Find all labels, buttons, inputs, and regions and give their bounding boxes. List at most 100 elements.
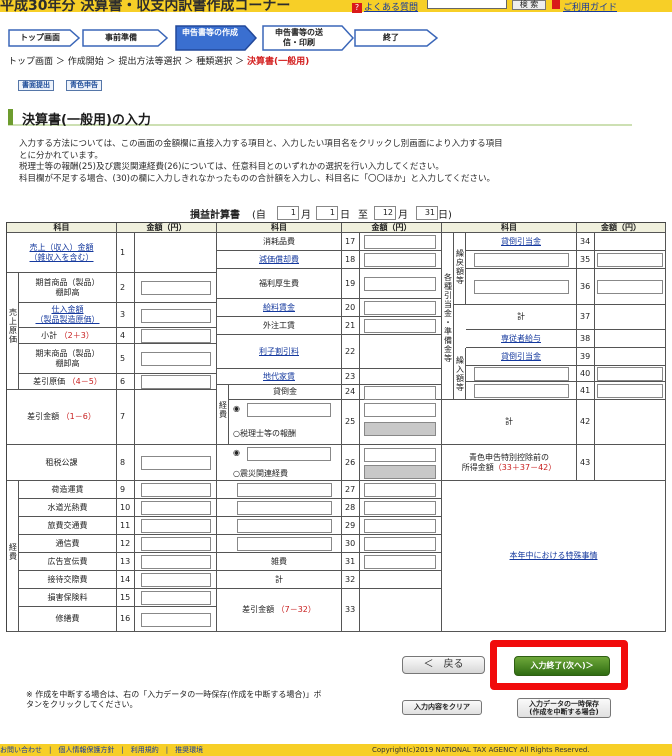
amount-input[interactable] xyxy=(597,280,663,294)
row-number: 22 xyxy=(342,335,360,369)
item-link-cell[interactable]: 専従者給与 xyxy=(466,330,577,348)
item-link-cell[interactable]: 貸倒引当金 xyxy=(466,348,577,366)
guide-link[interactable]: ご利用ガイド xyxy=(552,0,617,13)
amount-input[interactable] xyxy=(141,612,211,627)
row-number: 31 xyxy=(342,553,360,571)
amount-input[interactable] xyxy=(141,537,211,551)
end-day-input[interactable]: 31 xyxy=(416,206,438,220)
amount-input[interactable] xyxy=(141,555,211,569)
item-link-cell[interactable]: 売上（収入）金額 （雑収入を含む） xyxy=(7,233,117,273)
amount-input[interactable] xyxy=(141,501,211,515)
special-circumstances-link[interactable]: 本年中における特殊事情 xyxy=(442,481,666,632)
tax-accountant-radio[interactable]: ○税理士等の報酬 xyxy=(233,429,296,439)
breadcrumb-item[interactable]: 種類選択 xyxy=(196,57,232,67)
amount-input[interactable] xyxy=(141,329,211,343)
amount-input[interactable] xyxy=(141,308,211,323)
amount-cell xyxy=(595,330,666,348)
row-number: 25 xyxy=(342,400,360,445)
transfer-in-label: 繰入額等 xyxy=(455,356,465,392)
amount-cell xyxy=(135,390,217,445)
search-input[interactable] xyxy=(427,0,507,9)
disabled-amount xyxy=(364,465,436,479)
row-number: 26 xyxy=(342,445,360,481)
footer-links[interactable]: お問い合わせ | 個人情報保護方針 | 利用規約 | 推奨環境 xyxy=(0,744,203,756)
sales-cost-label: 売上原価 xyxy=(8,308,18,358)
amount-input[interactable] xyxy=(364,501,436,515)
blue-return-button[interactable]: 青色申告 xyxy=(66,80,102,91)
item-link-cell[interactable]: 減価償却費 xyxy=(217,251,342,269)
amount-input[interactable] xyxy=(597,253,663,267)
row-number: 7 xyxy=(117,390,135,445)
radio-selected[interactable]: ◉ xyxy=(233,404,240,414)
item-label: 計 xyxy=(466,305,577,330)
radio-selected[interactable]: ◉ xyxy=(233,448,240,458)
item-name-input[interactable] xyxy=(237,501,332,515)
start-month-input[interactable]: 1 xyxy=(277,206,299,220)
item-name-input[interactable] xyxy=(474,384,569,398)
amount-input[interactable] xyxy=(141,573,211,587)
disaster-expense-radio[interactable]: ○震災関連経費 xyxy=(233,469,288,479)
search-button[interactable]: 検 索 xyxy=(512,0,546,10)
amount-input[interactable] xyxy=(141,375,211,389)
amount-input[interactable] xyxy=(364,253,436,267)
income-statement-table: 科目 金額（円） 科目 金額（円） 科目 金額（円） 売上（収入）金額 （雑収入を含む） 1 期首… xyxy=(6,222,666,632)
item-name-input[interactable] xyxy=(474,253,569,267)
amount-input[interactable] xyxy=(364,235,436,249)
amount-input[interactable] xyxy=(364,483,436,497)
amount-cell xyxy=(360,571,442,589)
item-label: 期末商品（製品） 棚卸高 xyxy=(19,344,117,374)
item-link-cell[interactable]: 給料賃金 xyxy=(217,299,342,317)
breadcrumb-item[interactable]: 作成開始 xyxy=(68,57,104,67)
temp-save-button[interactable]: 入力データの一時保存 (作成を中断する場合) xyxy=(517,698,611,718)
breadcrumb-item[interactable]: 提出方法等選択 xyxy=(119,57,182,67)
row-number: 21 xyxy=(342,317,360,335)
item-name-input[interactable] xyxy=(474,367,569,381)
paper-submit-button[interactable]: 書面提出 xyxy=(18,80,54,91)
breadcrumb-item[interactable]: トップ画面 xyxy=(8,57,53,67)
faq-link[interactable]: ? よくある質問 xyxy=(352,0,418,13)
row-number: 34 xyxy=(577,233,595,251)
amount-input[interactable] xyxy=(364,537,436,551)
amount-input[interactable] xyxy=(141,456,211,470)
start-day-input[interactable]: 1 xyxy=(316,206,338,220)
other-item-input[interactable] xyxy=(247,403,331,417)
amount-input[interactable] xyxy=(364,448,436,462)
end-month-input[interactable]: 12 xyxy=(374,206,396,220)
header-amount: 金額（円） xyxy=(117,223,217,233)
back-button[interactable]: ＜ 戻る xyxy=(402,656,485,674)
item-link-cell[interactable]: 地代家賃 xyxy=(217,369,342,385)
amount-input[interactable] xyxy=(364,385,436,400)
row-number: 40 xyxy=(577,366,595,382)
other-item-input[interactable] xyxy=(247,447,331,461)
clear-button[interactable]: 入力内容をクリア xyxy=(402,700,482,715)
amount-input[interactable] xyxy=(141,483,211,497)
amount-input[interactable] xyxy=(597,367,663,381)
item-name-input[interactable] xyxy=(237,483,332,497)
amount-input[interactable] xyxy=(141,281,211,295)
step-top: トップ画面 xyxy=(8,25,80,51)
row-number: 38 xyxy=(577,330,595,348)
step-send-print: 申告書等の送信・印刷 xyxy=(262,25,354,51)
item-name-input[interactable] xyxy=(474,280,569,294)
amount-input[interactable] xyxy=(364,555,436,569)
amount-input[interactable] xyxy=(364,519,436,533)
amount-input[interactable] xyxy=(141,519,211,533)
amount-input[interactable] xyxy=(597,384,663,398)
item-link-cell[interactable]: 貸倒引当金 xyxy=(466,233,577,251)
amount-input[interactable] xyxy=(364,403,436,417)
header-item: 科目 xyxy=(217,223,342,233)
amount-input[interactable] xyxy=(364,301,436,315)
tax-return-app: 平成30年分 決算書・収支内訳書作成コーナー ? よくある質問 検 索 ご利用ガイ… xyxy=(0,0,672,756)
item-link-cell[interactable]: 仕入金額 （製品製造原価） xyxy=(19,303,117,328)
row-number: 19 xyxy=(342,269,360,299)
amount-input[interactable] xyxy=(364,319,436,333)
amount-input[interactable] xyxy=(141,591,211,605)
item-name-input[interactable] xyxy=(237,519,332,533)
amount-input[interactable] xyxy=(141,352,211,366)
header-item: 科目 xyxy=(442,223,577,233)
item-link-cell[interactable]: 利子割引料 xyxy=(217,335,342,369)
next-button[interactable]: 入力終了(次へ)＞ xyxy=(514,656,610,676)
amount-input[interactable] xyxy=(364,277,436,291)
item-label: 修繕費 xyxy=(19,607,117,632)
item-name-input[interactable] xyxy=(237,537,332,551)
